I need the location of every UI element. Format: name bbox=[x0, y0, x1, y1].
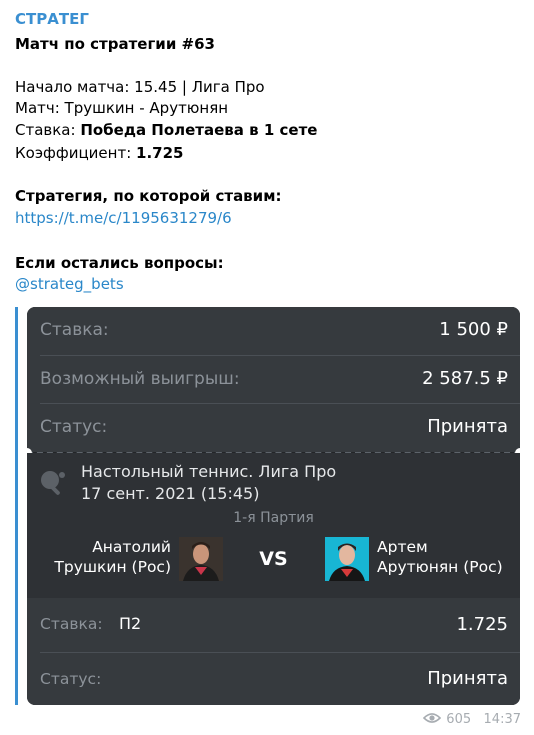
strategy-label: Стратегия, по которой ставим: bbox=[15, 187, 282, 205]
stake-value: 1 500 ₽ bbox=[439, 319, 508, 340]
questions-link[interactable]: @strateg_bets bbox=[15, 274, 124, 294]
match-date: 17 сент. 2021 (15:45) bbox=[81, 484, 260, 503]
bet-status-row: Статус: Принята bbox=[27, 653, 520, 705]
match-start-line: Начало матча: 15.45 | Лига Про bbox=[15, 78, 265, 96]
status-value: Принята bbox=[427, 416, 508, 437]
match-part: 1-я Партия bbox=[233, 510, 314, 526]
player-away-first-name: Артем bbox=[377, 538, 428, 556]
match-line: Матч: Трушкин - Арутюнян bbox=[15, 99, 229, 117]
post-title: Матч по стратегии #63 bbox=[15, 35, 215, 53]
status-row: Статус: Принята bbox=[27, 404, 520, 452]
bet-selection-row: Ставка: П2 1.725 bbox=[27, 598, 520, 652]
winnings-row: Возможный выигрыш: 2 587.5 ₽ bbox=[27, 356, 520, 404]
bet-status-label: Статус: bbox=[40, 670, 102, 688]
quote-bar bbox=[15, 307, 18, 705]
ping-pong-icon bbox=[41, 471, 65, 495]
coef-value: 1.725 bbox=[136, 144, 184, 162]
winnings-value: 2 587.5 ₽ bbox=[422, 368, 508, 389]
post-time: 14:37 bbox=[483, 712, 521, 727]
bet-line: Ставка: Победа Полетаева в 1 сете bbox=[15, 120, 317, 140]
coef-label: Коэффициент: bbox=[15, 144, 137, 162]
bet-selection: П2 bbox=[119, 614, 142, 633]
channel-post: СТРАТЕГ Матч по стратегии #63 Начало мат… bbox=[0, 0, 534, 735]
channel-name[interactable]: СТРАТЕГ bbox=[15, 10, 89, 28]
strategy-link[interactable]: https://t.me/c/1195631279/6 bbox=[15, 208, 232, 228]
stake-row: Ставка: 1 500 ₽ bbox=[27, 307, 520, 355]
match-block: Настольный теннис. Лига Про 17 сент. 202… bbox=[27, 453, 520, 598]
bet-summary: Ставка: 1 500 ₽ Возможный выигрыш: 2 587… bbox=[27, 307, 520, 452]
bet-details: Ставка: П2 1.725 Статус: Принята bbox=[27, 598, 520, 705]
coef-line: Коэффициент: 1.725 bbox=[15, 143, 183, 163]
bet-card-image[interactable]: Ставка: 1 500 ₽ Возможный выигрыш: 2 587… bbox=[27, 307, 520, 705]
winnings-label: Возможный выигрыш: bbox=[40, 369, 240, 389]
status-label: Статус: bbox=[40, 417, 108, 437]
match-title: Настольный теннис. Лига Про bbox=[81, 462, 337, 481]
player-away: Артем Арутюнян (Рос) bbox=[377, 537, 503, 577]
bet-status-value: Принята bbox=[427, 668, 508, 689]
eye-icon bbox=[423, 713, 442, 723]
bet-selection-coef: 1.725 bbox=[456, 614, 508, 635]
stake-label: Ставка: bbox=[40, 320, 109, 340]
bet-selection-label: Ставка: bbox=[40, 615, 103, 633]
view-count: 605 bbox=[446, 712, 472, 727]
bet-value: Победа Полетаева в 1 сете bbox=[80, 121, 318, 139]
player-away-avatar bbox=[325, 537, 369, 581]
post-meta: 605 14:37 bbox=[423, 712, 521, 727]
player-away-last-name: Арутюнян (Рос) bbox=[377, 558, 503, 576]
questions-label: Если остались вопросы: bbox=[15, 254, 224, 272]
bet-label: Ставка: bbox=[15, 121, 81, 139]
